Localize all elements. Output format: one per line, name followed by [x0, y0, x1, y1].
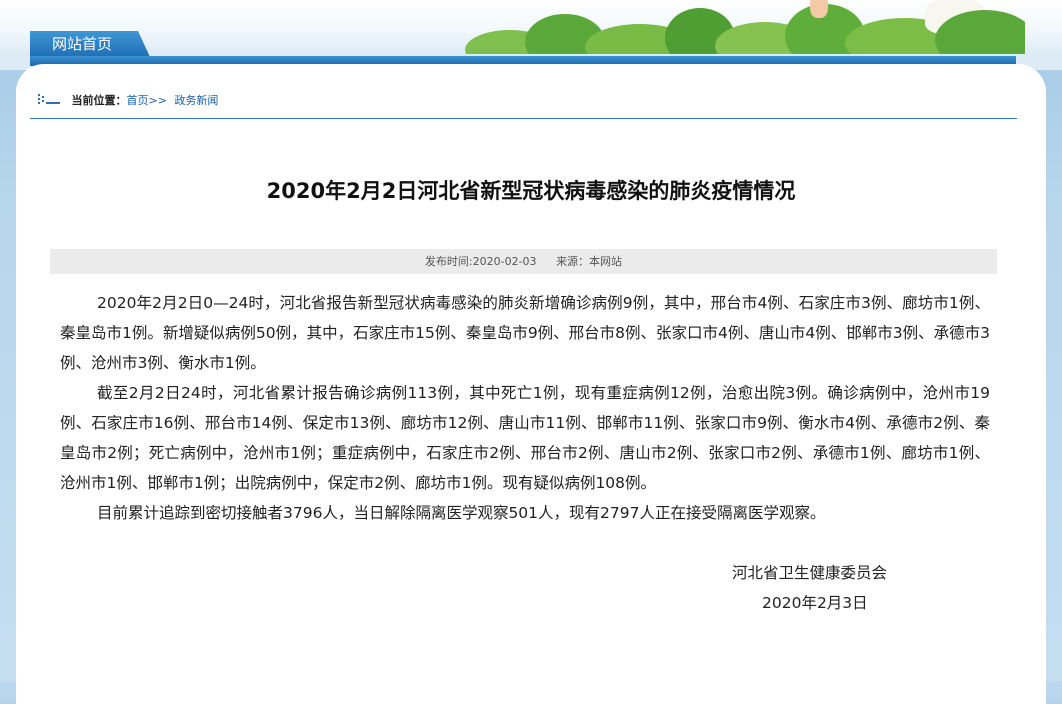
- breadcrumb-divider: [30, 118, 1017, 119]
- breadcrumb-home-link[interactable]: 首页: [127, 94, 149, 107]
- article-meta: 发布时间:2020-02-03 来源：本网站: [50, 249, 997, 274]
- list-icon: [38, 92, 60, 110]
- breadcrumb-separator: >>: [148, 94, 167, 107]
- signature-org: 河北省卫生健康委员会: [732, 564, 888, 582]
- site-header: 网站首页: [0, 0, 1062, 70]
- breadcrumb-section-link[interactable]: 政务新闻: [174, 94, 218, 107]
- breadcrumb: 当前位置：首页>> 政务新闻: [38, 92, 218, 110]
- article-source: 来源：本网站: [556, 255, 623, 268]
- article-paragraph: 截至2月2日24时，河北省累计报告确诊病例113例，其中死亡1例，现有重症病例1…: [60, 384, 990, 492]
- article-body: 2020年2月2日0—24时，河北省报告新型冠状病毒感染的肺炎新增确诊病例9例，…: [60, 288, 990, 528]
- article-paragraph: 目前累计追踪到密切接触者3796人，当日解除隔离医学观察501人，现有2797人…: [97, 504, 826, 522]
- article-title: 2020年2月2日河北省新型冠状病毒感染的肺炎疫情情况: [266, 179, 796, 203]
- publish-date: 发布时间:2020-02-03: [424, 255, 537, 268]
- header-banner-art: [465, 0, 1025, 54]
- signature-date: 2020年2月3日: [762, 594, 868, 612]
- article-paragraph: 2020年2月2日0—24时，河北省报告新型冠状病毒感染的肺炎新增确诊病例9例，…: [60, 294, 990, 372]
- breadcrumb-label: 当前位置：: [71, 94, 127, 107]
- home-tab[interactable]: 网站首页: [30, 31, 150, 57]
